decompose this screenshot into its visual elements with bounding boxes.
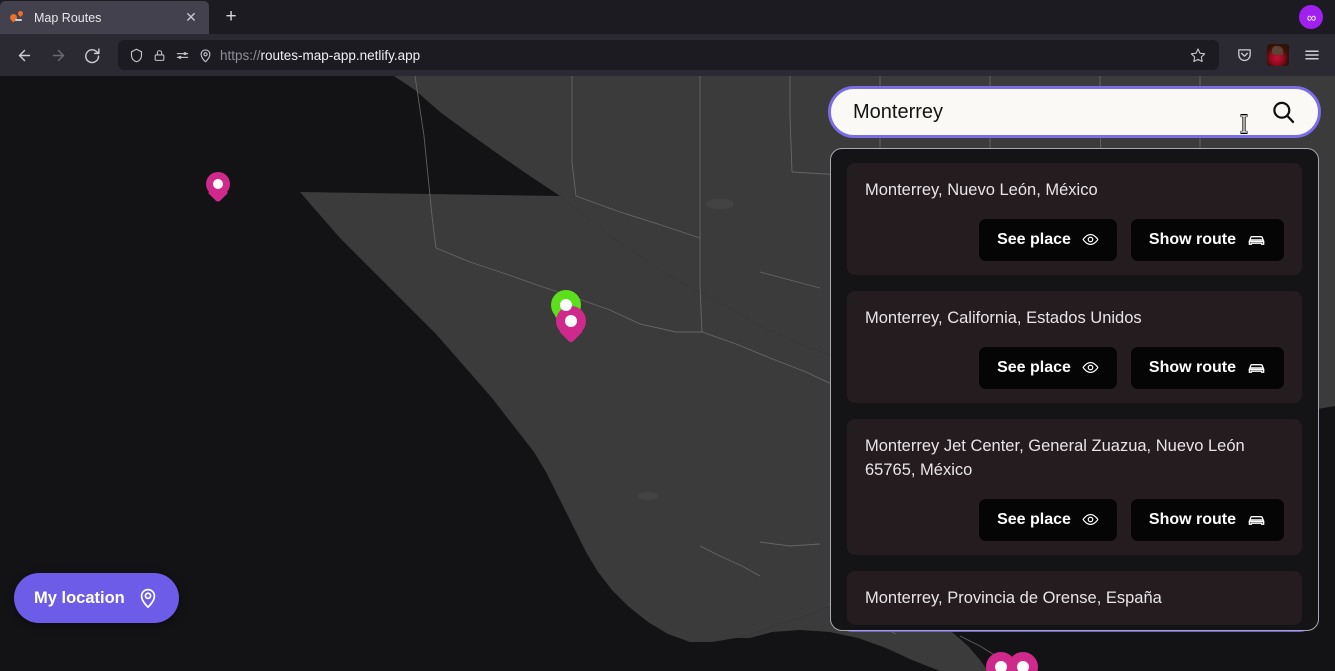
tab-strip: Map Routes ✕ + ∞ [0, 0, 1335, 34]
show-route-label: Show route [1148, 230, 1236, 248]
result-title: Monterrey Jet Center, General Zuazua, Nu… [865, 436, 1245, 479]
show-route-label: Show route [1148, 510, 1236, 528]
toolbar-right [1229, 40, 1327, 70]
bookmark-star-icon[interactable] [1185, 42, 1211, 68]
url-bar[interactable]: https://routes-map-app.netlify.app [118, 40, 1219, 70]
search-container [828, 86, 1321, 138]
result-card[interactable]: Monterrey, Nuevo León, México See place … [847, 163, 1302, 275]
forward-button[interactable] [42, 39, 74, 71]
card-actions: See place Show route [865, 346, 1284, 389]
card-actions: See place Show route [865, 218, 1284, 261]
result-title: Monterrey, Provincia de Orense, España [865, 588, 1162, 607]
geolocation-icon[interactable] [197, 47, 213, 63]
result-title: Monterrey, California, Estados Unidos [865, 308, 1142, 327]
marker-bottom-right[interactable] [1008, 652, 1038, 671]
url-host: routes-map-app.netlify.app [260, 47, 421, 63]
new-tab-button[interactable]: + [215, 2, 247, 32]
car-icon [1247, 230, 1266, 249]
result-card[interactable]: Monterrey, California, Estados Unidos Se… [847, 290, 1302, 403]
navigation-toolbar: https://routes-map-app.netlify.app [0, 34, 1335, 76]
shield-icon[interactable] [128, 47, 144, 63]
lock-icon[interactable] [151, 47, 167, 63]
eye-icon [1082, 231, 1099, 248]
account-avatar-icon[interactable] [1263, 40, 1293, 70]
magnifier-icon[interactable] [1266, 95, 1300, 129]
result-title: Monterrey, Nuevo León, México [865, 181, 1098, 199]
result-card[interactable]: Monterrey Jet Center, General Zuazua, Nu… [847, 418, 1302, 555]
show-route-button[interactable]: Show route [1130, 346, 1284, 389]
see-place-label: See place [997, 230, 1071, 248]
firefox-view-icon[interactable]: ∞ [1299, 5, 1323, 29]
my-location-label: My location [34, 588, 125, 607]
eye-icon [1082, 511, 1099, 528]
see-place-label: See place [997, 358, 1071, 376]
result-card[interactable]: Monterrey, Provincia de Orense, España [847, 570, 1302, 625]
marker-california[interactable] [206, 172, 230, 206]
browser-tab[interactable]: Map Routes ✕ [0, 1, 209, 34]
show-route-button[interactable]: Show route [1130, 498, 1284, 541]
permissions-icon[interactable] [174, 47, 190, 63]
search-box[interactable] [828, 86, 1321, 138]
close-icon[interactable]: ✕ [181, 8, 201, 28]
back-button[interactable] [8, 39, 40, 71]
tab-title: Map Routes [34, 10, 102, 25]
browser-chrome: Map Routes ✕ + ∞ https://routes-map-app.… [0, 0, 1335, 76]
see-place-button[interactable]: See place [979, 346, 1117, 389]
search-results-panel: Monterrey, Nuevo León, México See place … [830, 148, 1319, 631]
reload-button[interactable] [76, 39, 108, 71]
pocket-save-icon[interactable] [1229, 40, 1259, 70]
app-menu-icon[interactable] [1297, 40, 1327, 70]
location-pin-icon [137, 587, 159, 609]
marker-monterrey-pink[interactable] [556, 306, 586, 348]
see-place-label: See place [997, 510, 1071, 528]
my-location-button[interactable]: My location [14, 573, 179, 623]
card-actions: See place Show route [865, 498, 1284, 541]
show-route-label: Show route [1148, 358, 1236, 376]
search-input[interactable] [853, 100, 1266, 124]
url-text[interactable]: https://routes-map-app.netlify.app [220, 48, 1178, 63]
car-icon [1247, 510, 1266, 529]
car-icon [1247, 358, 1266, 377]
eye-icon [1082, 359, 1099, 376]
show-route-button[interactable]: Show route [1130, 218, 1284, 261]
url-scheme: https:// [220, 47, 261, 63]
see-place-button[interactable]: See place [979, 498, 1117, 541]
map-pin-favicon [8, 9, 26, 26]
see-place-button[interactable]: See place [979, 218, 1117, 261]
